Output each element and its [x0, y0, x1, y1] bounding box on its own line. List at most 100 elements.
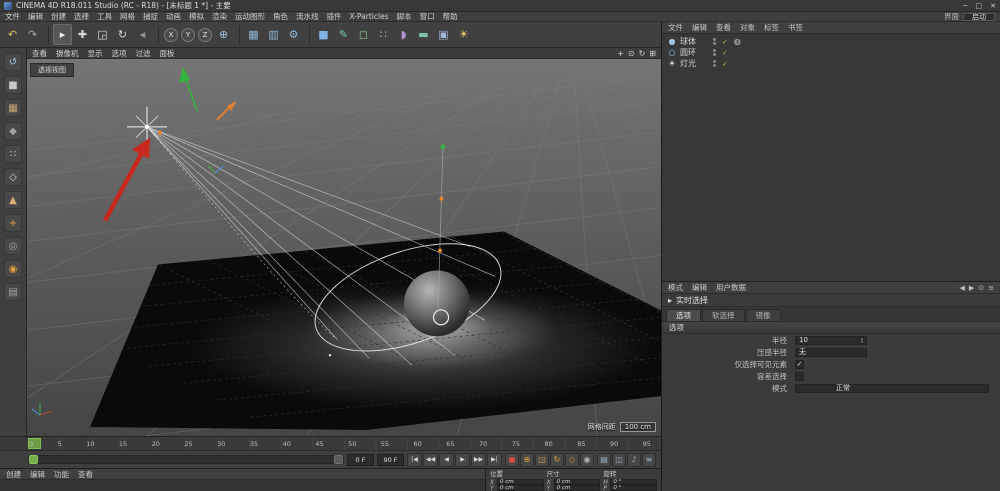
- current-frame-field[interactable]: 0 F: [347, 454, 374, 466]
- view-label[interactable]: 透视视图: [30, 63, 74, 77]
- attribute-menu-item[interactable]: 模式: [668, 282, 683, 293]
- options-group-header[interactable]: 选项: [662, 322, 1000, 334]
- object-manager-menu-item[interactable]: 编辑: [692, 22, 707, 33]
- timeline-ruler[interactable]: 05101520253035404550556065707580859095: [0, 436, 661, 450]
- menu-item[interactable]: 流水线: [296, 11, 319, 22]
- object-manager-list[interactable]: ● 球体 ✓ ◍ ○ 圆环 ✓: [662, 34, 1000, 282]
- menu-item[interactable]: 窗口: [420, 11, 435, 22]
- object-manager-menu-item[interactable]: 对象: [740, 22, 755, 33]
- render-view-icon[interactable]: ▦: [244, 24, 263, 45]
- menu-item[interactable]: 模拟: [189, 11, 204, 22]
- menu-item[interactable]: 创建: [51, 11, 66, 22]
- object-name[interactable]: 球体: [680, 36, 710, 47]
- make-editable-icon[interactable]: ↺: [4, 53, 22, 71]
- range-start-handle[interactable]: [29, 455, 38, 464]
- snap-icon[interactable]: ◉: [4, 260, 22, 278]
- lock-z-icon[interactable]: Z: [198, 28, 212, 42]
- end-frame-field[interactable]: 90 F: [377, 454, 404, 466]
- attribute-menu-item[interactable]: 用户数据: [716, 282, 746, 293]
- object-row-circle[interactable]: ○ 圆环 ✓: [662, 47, 1000, 58]
- view-move-icon[interactable]: +: [617, 49, 624, 58]
- goto-end-button[interactable]: ▶|: [487, 453, 502, 467]
- coordinate-value-input[interactable]: 0 °: [610, 485, 657, 491]
- menu-item[interactable]: 动画: [166, 11, 181, 22]
- add-floor-icon[interactable]: ▬: [414, 24, 433, 45]
- menu-item[interactable]: 捕捉: [143, 11, 158, 22]
- stepper-arrows[interactable]: ▴▾: [861, 337, 863, 344]
- sound-icon[interactable]: ♪: [627, 453, 641, 467]
- coordinate-system-icon[interactable]: ⊕: [214, 24, 233, 45]
- model-mode-icon[interactable]: ■: [4, 76, 22, 94]
- materials-menu-item[interactable]: 功能: [54, 469, 69, 480]
- record-scale-icon[interactable]: ◲: [535, 453, 549, 467]
- toolbar-icon[interactable]: [304, 26, 310, 44]
- maximize-button[interactable]: □: [976, 2, 983, 10]
- move-tool-icon[interactable]: ✚: [73, 24, 92, 45]
- add-cube-icon[interactable]: ■: [314, 24, 333, 45]
- points-mode-icon[interactable]: ∷: [4, 145, 22, 163]
- toolbar-icon[interactable]: [153, 26, 159, 44]
- minimize-button[interactable]: ─: [963, 2, 967, 10]
- viewport-menu-item[interactable]: 显示: [88, 48, 103, 59]
- materials-menu-item[interactable]: 查看: [78, 469, 93, 480]
- object-manager-menu-item[interactable]: 书签: [788, 22, 803, 33]
- enabled-check-icon[interactable]: ✓: [722, 49, 728, 57]
- undo-icon[interactable]: ↶: [3, 24, 22, 45]
- menu-item[interactable]: 网格: [120, 11, 135, 22]
- object-name[interactable]: 灯光: [680, 58, 710, 69]
- menu-item[interactable]: 工具: [97, 11, 112, 22]
- viewport-menu-item[interactable]: 摄像机: [56, 48, 79, 59]
- close-button[interactable]: ✕: [990, 2, 996, 10]
- scale-tool-icon[interactable]: ◲: [93, 24, 112, 45]
- menu-item[interactable]: X-Particles: [350, 12, 389, 21]
- viewport-menu-item[interactable]: 面板: [160, 48, 175, 59]
- visibility-dots[interactable]: [713, 38, 716, 45]
- preview-range-slider[interactable]: [28, 455, 344, 464]
- locked-workplane-icon[interactable]: ▤: [4, 283, 22, 301]
- object-row-sphere[interactable]: ● 球体 ✓ ◍: [662, 36, 1000, 47]
- menu-item[interactable]: 脚本: [397, 11, 412, 22]
- add-deformer-icon[interactable]: ◗: [394, 24, 413, 45]
- layout-dropdown[interactable]: 启动: [963, 13, 995, 21]
- coordinate-value-input[interactable]: 0 cm: [497, 485, 544, 491]
- object-row-light[interactable]: ☀ 灯光 ✓: [662, 58, 1000, 69]
- last-tool-icon[interactable]: ◂: [133, 24, 152, 45]
- record-button[interactable]: ●: [505, 453, 519, 467]
- render-settings-icon[interactable]: ⚙: [284, 24, 303, 45]
- viewport-menu-item[interactable]: 过滤: [136, 48, 151, 59]
- coordinate-value-input[interactable]: 0 cm: [554, 485, 601, 491]
- edges-mode-icon[interactable]: ◇: [4, 168, 22, 186]
- rotate-tool-icon[interactable]: ↻: [113, 24, 132, 45]
- polygons-mode-icon[interactable]: ▲: [4, 191, 22, 209]
- object-manager-menu-item[interactable]: 文件: [668, 22, 683, 33]
- enabled-check-icon[interactable]: ✓: [722, 38, 728, 46]
- add-subdivision-icon[interactable]: ◻: [354, 24, 373, 45]
- menu-item[interactable]: 选择: [74, 11, 89, 22]
- visible-only-checkbox[interactable]: ✓: [795, 360, 804, 369]
- enable-axis-icon[interactable]: +: [4, 214, 22, 232]
- materials-menu-item[interactable]: 创建: [6, 469, 21, 480]
- lock-x-icon[interactable]: X: [164, 28, 178, 42]
- add-array-icon[interactable]: ∷: [374, 24, 393, 45]
- next-key-button[interactable]: ▶▶: [471, 453, 486, 467]
- object-manager-menu-item[interactable]: 查看: [716, 22, 731, 33]
- tolerant-selection-checkbox[interactable]: [795, 372, 804, 381]
- add-spline-icon[interactable]: ✎: [334, 24, 353, 45]
- record-rotation-icon[interactable]: ↻: [550, 453, 564, 467]
- keyframe-selection-icon[interactable]: ▤: [597, 453, 611, 467]
- panel-menu-icon[interactable]: ≡: [988, 284, 994, 292]
- attribute-tab[interactable]: 选项: [666, 309, 701, 321]
- object-name[interactable]: 圆环: [680, 47, 710, 58]
- range-end-handle[interactable]: [334, 455, 343, 464]
- prev-key-button[interactable]: ◀◀: [423, 453, 438, 467]
- menu-item[interactable]: 编辑: [28, 11, 43, 22]
- autokey-button[interactable]: ◉: [580, 453, 594, 467]
- radius-input[interactable]: 10 ▴▾: [795, 336, 867, 345]
- visibility-dots[interactable]: [713, 49, 716, 56]
- workplane-mode-icon[interactable]: ◆: [4, 122, 22, 140]
- attribute-tab[interactable]: 软选择: [702, 309, 745, 321]
- materials-menu-item[interactable]: 编辑: [30, 469, 45, 480]
- render-picture-viewer-icon[interactable]: ▥: [264, 24, 283, 45]
- pin-icon[interactable]: ⊙: [978, 284, 984, 292]
- options-icon[interactable]: ≡: [642, 453, 656, 467]
